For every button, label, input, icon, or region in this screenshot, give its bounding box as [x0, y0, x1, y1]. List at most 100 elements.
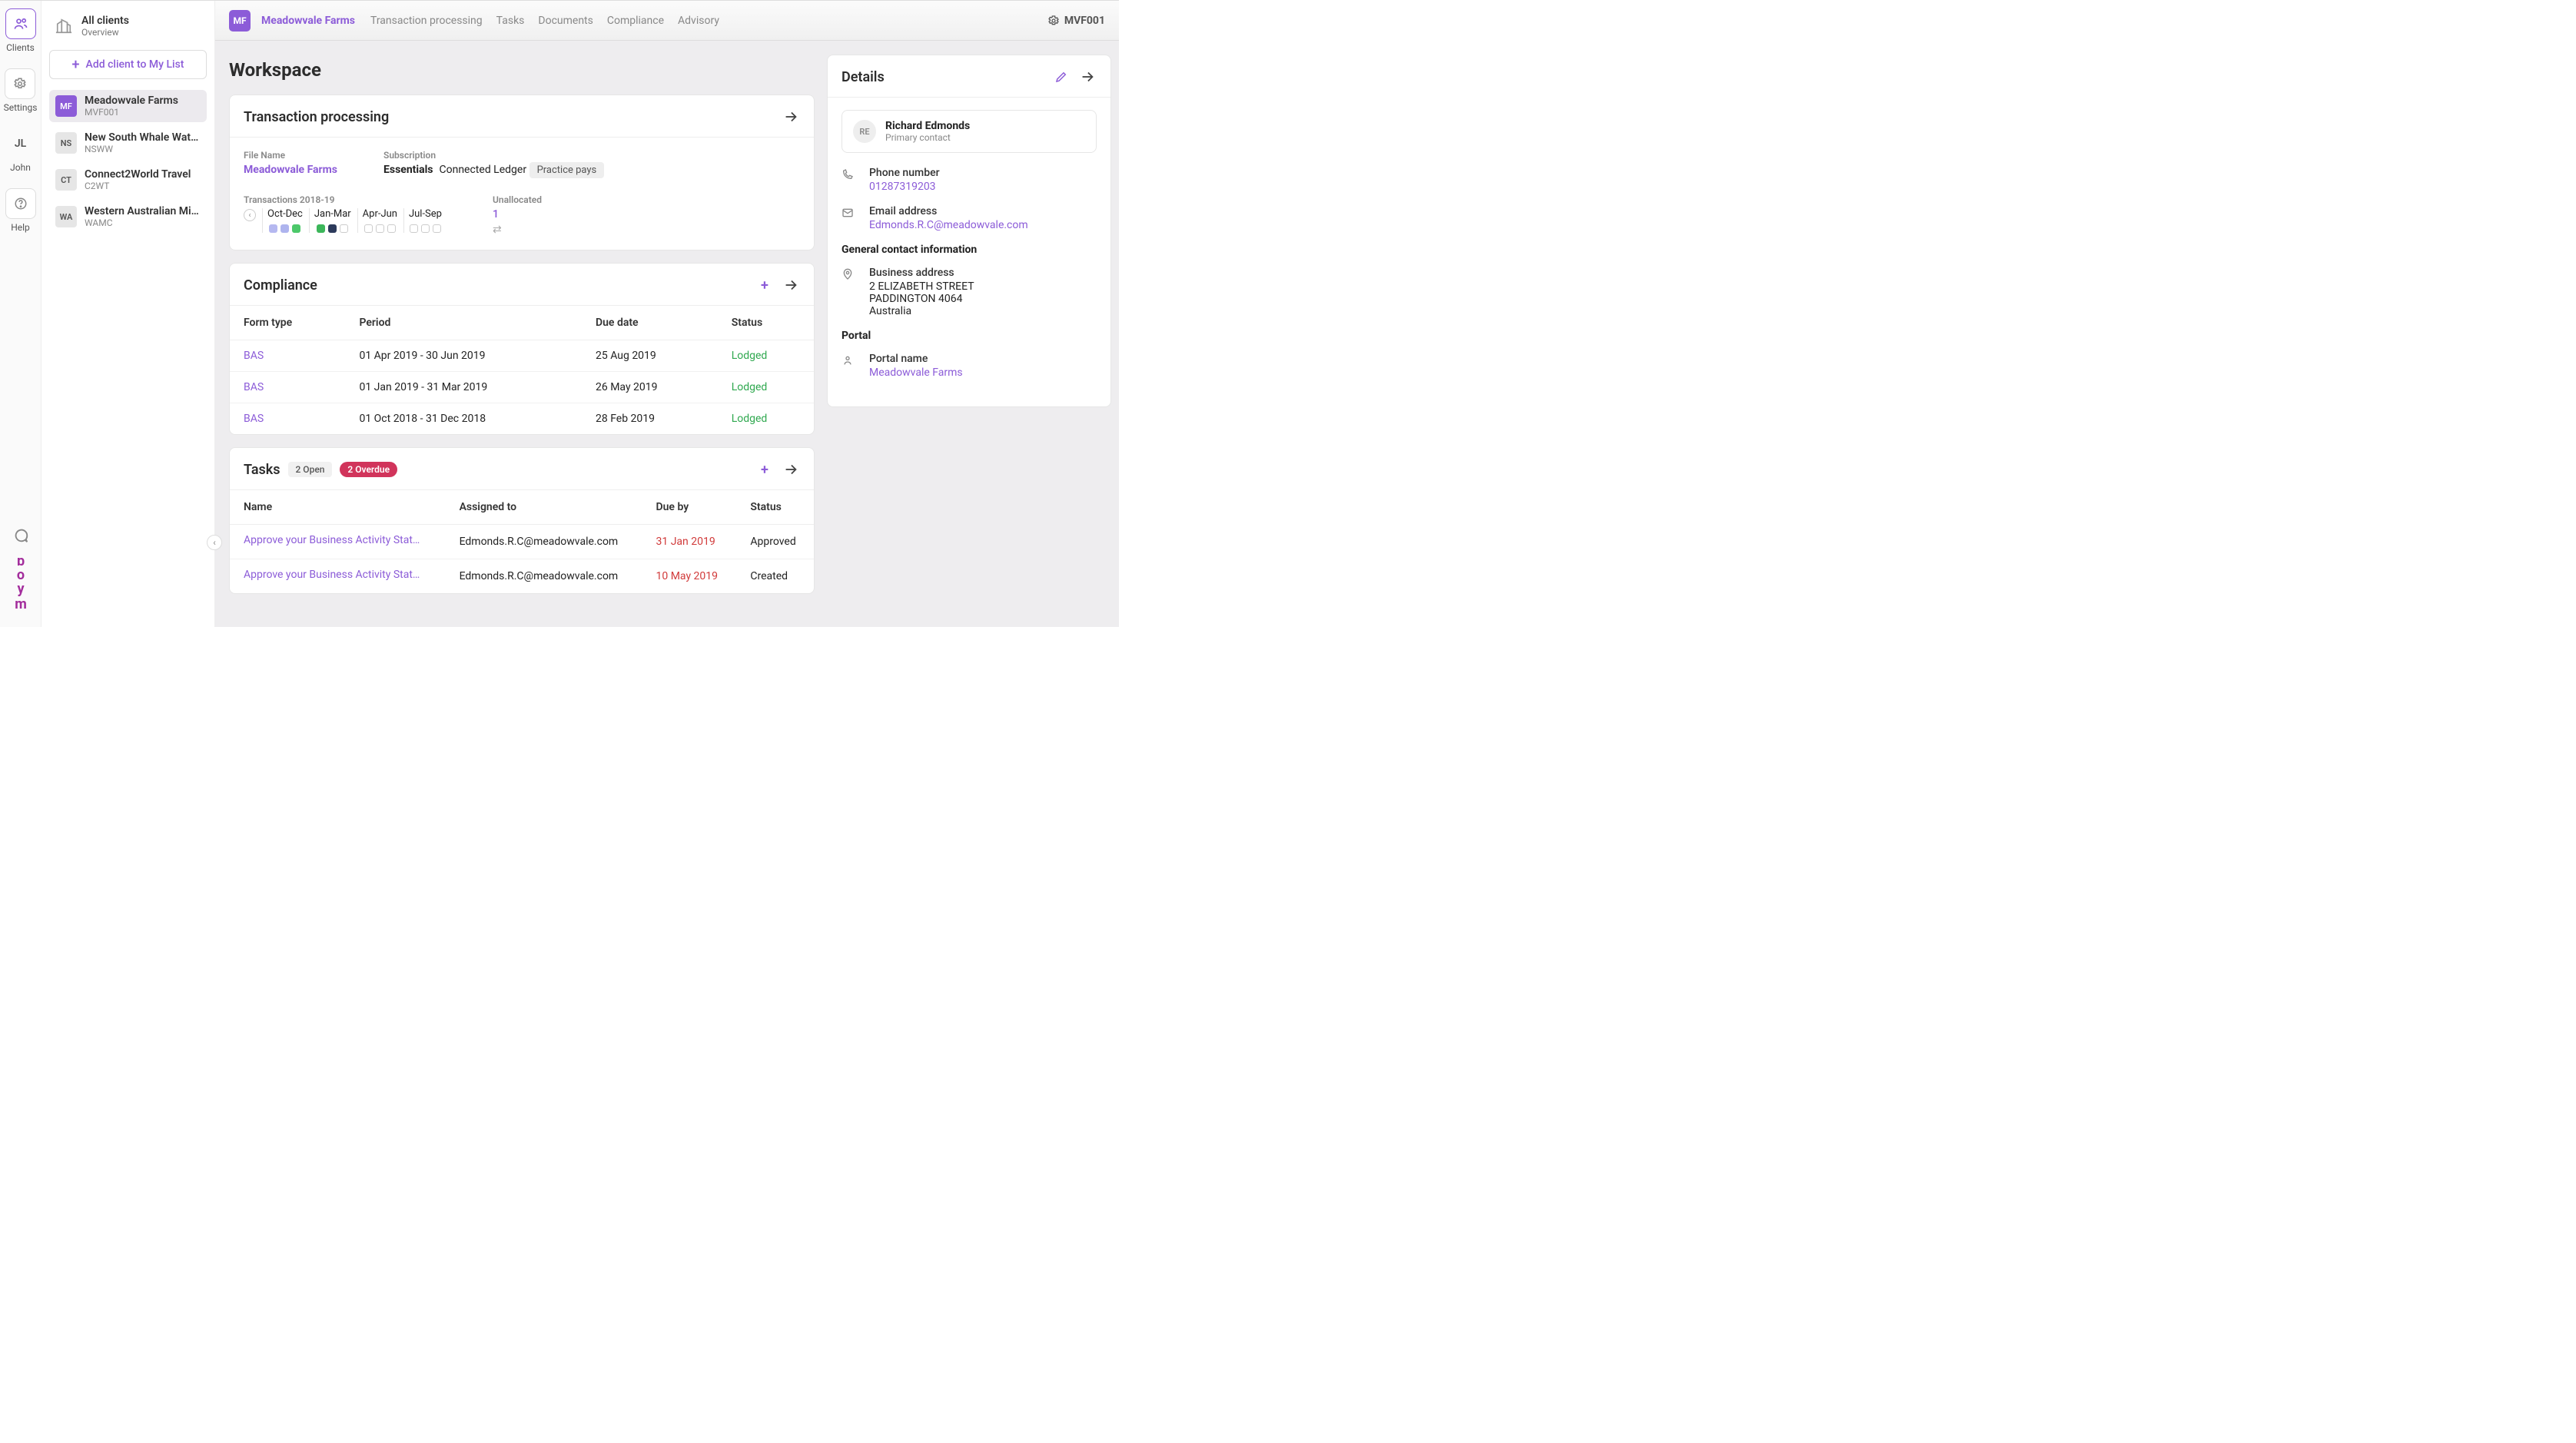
- compliance-open-button[interactable]: [782, 276, 800, 294]
- compliance-add-button[interactable]: +: [755, 276, 774, 294]
- top-tab[interactable]: Compliance: [607, 15, 664, 27]
- svg-text:y: y: [17, 581, 25, 597]
- details-card: Details RE Richard Edmonds: [827, 55, 1111, 407]
- rail-clients-label: Clients: [6, 42, 35, 53]
- location-icon: [842, 268, 855, 280]
- contact-role: Primary contact: [885, 132, 970, 143]
- table-row[interactable]: Approve your Business Activity Statem… Ed…: [230, 525, 814, 559]
- status-dot: [387, 224, 396, 233]
- quarter[interactable]: Apr-Jun: [357, 208, 402, 233]
- quarter[interactable]: Jan-Mar: [309, 208, 356, 233]
- primary-contact-card[interactable]: RE Richard Edmonds Primary contact: [842, 110, 1097, 153]
- transaction-open-button[interactable]: [782, 108, 800, 126]
- table-row[interactable]: BAS01 Oct 2018 - 31 Dec 201828 Feb 2019L…: [230, 403, 814, 435]
- chat-icon[interactable]: [12, 527, 29, 544]
- transactions-year-label: Transactions 2018-19: [244, 194, 446, 205]
- arrow-right-icon: [782, 277, 799, 294]
- task-status-cell: Created: [736, 559, 814, 594]
- client-row[interactable]: MFMeadowvale FarmsMVF001: [49, 90, 207, 122]
- quarters-prev-button[interactable]: ‹: [244, 209, 256, 221]
- status-cell: Lodged: [718, 372, 814, 403]
- quarter-label: Jul-Sep: [409, 208, 442, 220]
- top-tab[interactable]: Tasks: [496, 15, 525, 27]
- details-open-button[interactable]: [1078, 68, 1097, 86]
- table-header: Name: [230, 490, 446, 525]
- client-sub: WAMC: [85, 217, 200, 228]
- portal-value[interactable]: Meadowvale Farms: [869, 367, 963, 379]
- task-name-link[interactable]: Approve your Business Activity Statem…: [244, 534, 420, 546]
- quarter-label: Apr-Jun: [363, 208, 397, 220]
- all-clients[interactable]: All clients Overview: [49, 12, 207, 41]
- tasks-card: Tasks 2 Open 2 Overdue + NameAssigned to…: [229, 447, 815, 594]
- building-icon: [55, 18, 72, 35]
- task-status-cell: Approved: [736, 525, 814, 559]
- collapse-panel-button[interactable]: ‹: [207, 535, 222, 550]
- table-row[interactable]: BAS01 Jan 2019 - 31 Mar 201926 May 2019L…: [230, 372, 814, 403]
- unallocated-link[interactable]: 1: [493, 208, 542, 221]
- due-date-cell: 25 Aug 2019: [582, 340, 718, 372]
- clients-icon: [5, 8, 36, 39]
- tasks-add-button[interactable]: +: [755, 460, 774, 479]
- client-row[interactable]: CTConnect2World TravelC2WT: [49, 164, 207, 196]
- avatar: JL: [5, 128, 36, 159]
- status-dot: [269, 224, 277, 233]
- due-by-cell: 31 Jan 2019: [642, 525, 737, 559]
- general-contact-heading: General contact information: [842, 244, 1097, 256]
- rail-help-label: Help: [11, 222, 30, 233]
- tasks-heading: Tasks: [244, 462, 281, 478]
- form-type-link[interactable]: BAS: [244, 350, 264, 362]
- form-type-link[interactable]: BAS: [244, 413, 264, 425]
- top-tab[interactable]: Documents: [538, 15, 593, 27]
- details-edit-button[interactable]: [1052, 68, 1071, 86]
- client-badge: MF: [229, 10, 251, 32]
- gear-icon: [5, 68, 35, 99]
- app-rail: Clients Settings JL John Help b: [0, 1, 41, 627]
- table-row[interactable]: BAS01 Apr 2019 - 30 Jun 201925 Aug 2019L…: [230, 340, 814, 372]
- table-row[interactable]: Approve your Business Activity Statem… Ed…: [230, 559, 814, 594]
- assigned-to-cell: Edmonds.R.C@meadowvale.com: [446, 525, 642, 559]
- quarter-label: Oct-Dec: [267, 208, 303, 220]
- portal-icon: [842, 354, 855, 367]
- email-value[interactable]: Edmonds.R.C@meadowvale.com: [869, 219, 1028, 231]
- portal-heading: Portal: [842, 330, 1097, 342]
- rail-clients[interactable]: Clients: [5, 8, 36, 53]
- pencil-icon: [1054, 70, 1068, 84]
- client-name[interactable]: Meadowvale Farms: [261, 15, 355, 27]
- assigned-to-cell: Edmonds.R.C@meadowvale.com: [446, 559, 642, 594]
- quarter[interactable]: Oct-Dec: [262, 208, 307, 233]
- form-type-link[interactable]: BAS: [244, 381, 264, 393]
- client-badge: NS: [55, 132, 77, 154]
- client-id-menu[interactable]: MVF001: [1047, 15, 1105, 27]
- tasks-open-button[interactable]: [782, 460, 800, 479]
- merge-icon: ⇄: [493, 224, 542, 236]
- file-name-link[interactable]: Meadowvale Farms: [244, 164, 337, 176]
- brand-logo: b o y m: [10, 558, 32, 618]
- top-tab[interactable]: Transaction processing: [370, 15, 483, 27]
- top-tab[interactable]: Advisory: [678, 15, 719, 27]
- client-id-label: MVF001: [1064, 15, 1105, 27]
- rail-user[interactable]: JL John: [5, 128, 36, 173]
- address-label: Business address: [869, 267, 974, 279]
- period-cell: 01 Apr 2019 - 30 Jun 2019: [345, 340, 582, 372]
- table-header: Status: [718, 306, 814, 340]
- status-dot: [376, 224, 384, 233]
- rail-help[interactable]: Help: [5, 188, 36, 233]
- rail-settings[interactable]: Settings: [4, 68, 38, 113]
- transaction-card: Transaction processing File Name Meadowv…: [229, 95, 815, 250]
- transaction-heading: Transaction processing: [244, 109, 774, 125]
- client-sub: C2WT: [85, 181, 191, 191]
- table-header: Status: [736, 490, 814, 525]
- status-dot: [292, 224, 300, 233]
- task-name-link[interactable]: Approve your Business Activity Statem…: [244, 569, 420, 581]
- client-row[interactable]: NSNew South Whale Watc…NSWW: [49, 127, 207, 159]
- client-title: Connect2World Travel: [85, 168, 191, 181]
- arrow-right-icon: [782, 461, 799, 478]
- tasks-open-chip: 2 Open: [288, 462, 333, 477]
- add-client-button[interactable]: + Add client to My List: [49, 50, 207, 79]
- quarter[interactable]: Jul-Sep: [403, 208, 446, 233]
- client-row[interactable]: WAWestern Australian Min…WAMC: [49, 201, 207, 233]
- phone-value[interactable]: 01287319203: [869, 181, 940, 193]
- table-header: Form type: [230, 306, 345, 340]
- contact-avatar: RE: [853, 120, 876, 143]
- client-badge: MF: [55, 95, 77, 117]
